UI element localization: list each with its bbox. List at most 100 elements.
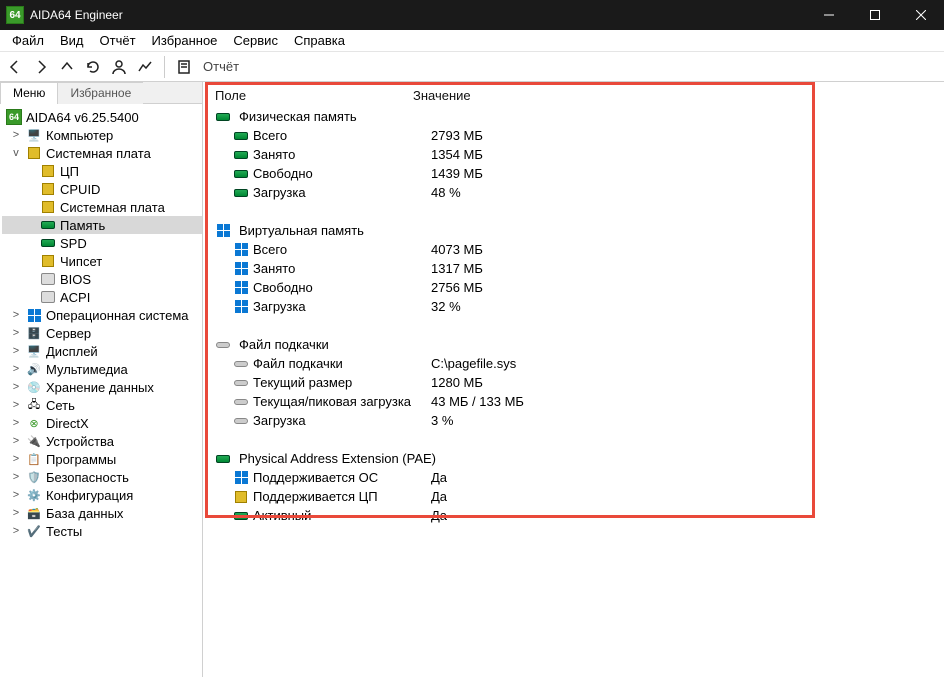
twisty-icon[interactable]: > bbox=[10, 435, 22, 447]
detail-row[interactable]: Занято1354 МБ bbox=[203, 145, 944, 164]
maximize-button[interactable] bbox=[852, 0, 898, 30]
twisty-icon[interactable]: > bbox=[10, 345, 22, 357]
detail-row[interactable]: Всего4073 МБ bbox=[203, 240, 944, 259]
detail-row[interactable]: Загрузка3 % bbox=[203, 411, 944, 430]
tree-item-memory[interactable]: Память bbox=[2, 216, 202, 234]
tree-item-devices[interactable]: > 🔌 Устройства bbox=[2, 432, 202, 450]
win-icon bbox=[215, 224, 231, 238]
group-header[interactable]: Physical Address Extension (PAE) bbox=[203, 449, 944, 468]
menu-help[interactable]: Справка bbox=[286, 31, 353, 50]
field-value: 1317 МБ bbox=[431, 261, 483, 276]
group-header[interactable]: Файл подкачки bbox=[203, 335, 944, 354]
group-title: Physical Address Extension (PAE) bbox=[239, 451, 436, 466]
tree-item-motherboard[interactable]: v Системная плата bbox=[2, 144, 202, 162]
sidebar-tabs: Меню Избранное bbox=[0, 82, 202, 104]
group-header[interactable]: Виртуальная память bbox=[203, 221, 944, 240]
twisty-icon[interactable]: > bbox=[10, 489, 22, 501]
tree-item-directx[interactable]: > ⊗ DirectX bbox=[2, 414, 202, 432]
column-header-value[interactable]: Значение bbox=[413, 88, 471, 103]
tree-item-database[interactable]: > 🗃️ База данных bbox=[2, 504, 202, 522]
tree-item-display[interactable]: > 🖥️ Дисплей bbox=[2, 342, 202, 360]
tree-item-cpuid[interactable]: CPUID bbox=[2, 180, 202, 198]
tree-root[interactable]: 64 AIDA64 v6.25.5400 bbox=[2, 108, 202, 126]
tree-item-label: Компьютер bbox=[46, 128, 113, 143]
detail-row[interactable]: Всего2793 МБ bbox=[203, 126, 944, 145]
tree-item-config[interactable]: > ⚙️ Конфигурация bbox=[2, 486, 202, 504]
twisty-icon[interactable]: > bbox=[10, 525, 22, 537]
twisty-icon[interactable]: > bbox=[10, 453, 22, 465]
mem-icon bbox=[233, 148, 249, 162]
detail-row[interactable]: Файл подкачкиC:\pagefile.sys bbox=[203, 354, 944, 373]
tree-item-multimedia[interactable]: > 🔊 Мультимедиа bbox=[2, 360, 202, 378]
tree-item-computer[interactable]: > 🖥️ Компьютер bbox=[2, 126, 202, 144]
twisty-icon[interactable]: > bbox=[10, 399, 22, 411]
detail-row[interactable]: Свободно2756 МБ bbox=[203, 278, 944, 297]
detail-row[interactable]: Поддерживается ОСДа bbox=[203, 468, 944, 487]
tree-item-bios[interactable]: BIOS bbox=[2, 270, 202, 288]
detail-row[interactable]: Занято1317 МБ bbox=[203, 259, 944, 278]
disk-icon bbox=[215, 338, 231, 352]
tree-item-board[interactable]: Системная плата bbox=[2, 198, 202, 216]
tree-item-storage[interactable]: > 💿 Хранение данных bbox=[2, 378, 202, 396]
tree-item-cpu[interactable]: ЦП bbox=[2, 162, 202, 180]
menu-file[interactable]: Файл bbox=[4, 31, 52, 50]
minimize-button[interactable] bbox=[806, 0, 852, 30]
report-icon[interactable] bbox=[173, 56, 195, 78]
server-icon: 🗄️ bbox=[26, 325, 42, 341]
twisty-icon[interactable]: > bbox=[10, 363, 22, 375]
tree-item-label: Системная плата bbox=[46, 146, 151, 161]
tab-menu[interactable]: Меню bbox=[0, 82, 58, 104]
field-value: Да bbox=[431, 508, 447, 523]
toolbar: Отчёт bbox=[0, 52, 944, 82]
menu-view[interactable]: Вид bbox=[52, 31, 92, 50]
tree-item-tests[interactable]: > ✔️ Тесты bbox=[2, 522, 202, 540]
tree-item-spd[interactable]: SPD bbox=[2, 234, 202, 252]
tree-item-chipset[interactable]: Чипсет bbox=[2, 252, 202, 270]
detail-row[interactable]: Загрузка48 % bbox=[203, 183, 944, 202]
memory-icon bbox=[40, 235, 56, 251]
details-pane: Поле Значение Физическая памятьВсего2793… bbox=[203, 82, 944, 677]
detail-row[interactable]: Свободно1439 МБ bbox=[203, 164, 944, 183]
twisty-icon[interactable]: > bbox=[10, 471, 22, 483]
forward-button[interactable] bbox=[30, 56, 52, 78]
refresh-button[interactable] bbox=[82, 56, 104, 78]
column-header-field[interactable]: Поле bbox=[215, 88, 413, 103]
details-header: Поле Значение bbox=[203, 86, 944, 107]
back-button[interactable] bbox=[4, 56, 26, 78]
report-label[interactable]: Отчёт bbox=[203, 59, 239, 74]
user-button[interactable] bbox=[108, 56, 130, 78]
tab-favorites[interactable]: Избранное bbox=[57, 82, 144, 104]
twisty-icon[interactable]: v bbox=[10, 147, 22, 159]
up-button[interactable] bbox=[56, 56, 78, 78]
twisty-icon[interactable]: > bbox=[10, 129, 22, 141]
detail-row[interactable]: Текущая/пиковая загрузка43 МБ / 133 МБ bbox=[203, 392, 944, 411]
menu-service[interactable]: Сервис bbox=[225, 31, 286, 50]
menu-favorites[interactable]: Избранное bbox=[144, 31, 226, 50]
tree-item-server[interactable]: > 🗄️ Сервер bbox=[2, 324, 202, 342]
tree-item-security[interactable]: > 🛡️ Безопасность bbox=[2, 468, 202, 486]
twisty-icon[interactable]: > bbox=[10, 309, 22, 321]
field-label: Занято bbox=[253, 261, 431, 276]
group-header[interactable]: Физическая память bbox=[203, 107, 944, 126]
field-label: Поддерживается ЦП bbox=[253, 489, 431, 504]
win-icon bbox=[233, 243, 249, 257]
detail-row[interactable]: Поддерживается ЦПДа bbox=[203, 487, 944, 506]
cpu-icon bbox=[40, 181, 56, 197]
tree-item-os[interactable]: > Операционная система bbox=[2, 306, 202, 324]
twisty-icon[interactable]: > bbox=[10, 381, 22, 393]
detail-row[interactable]: Текущий размер1280 МБ bbox=[203, 373, 944, 392]
tree-item-network[interactable]: > 🖧 Сеть bbox=[2, 396, 202, 414]
menu-report[interactable]: Отчёт bbox=[92, 31, 144, 50]
tree[interactable]: 64 AIDA64 v6.25.5400 > 🖥️ Компьютер v Си… bbox=[0, 104, 202, 677]
tree-item-programs[interactable]: > 📋 Программы bbox=[2, 450, 202, 468]
disk-icon bbox=[233, 395, 249, 409]
tree-item-acpi[interactable]: ACPI bbox=[2, 288, 202, 306]
close-button[interactable] bbox=[898, 0, 944, 30]
detail-row[interactable]: АктивныйДа bbox=[203, 506, 944, 525]
graph-button[interactable] bbox=[134, 56, 156, 78]
twisty-icon[interactable]: > bbox=[10, 327, 22, 339]
twisty-icon[interactable]: > bbox=[10, 417, 22, 429]
detail-row[interactable]: Загрузка32 % bbox=[203, 297, 944, 316]
field-label: Свободно bbox=[253, 166, 431, 181]
twisty-icon[interactable]: > bbox=[10, 507, 22, 519]
